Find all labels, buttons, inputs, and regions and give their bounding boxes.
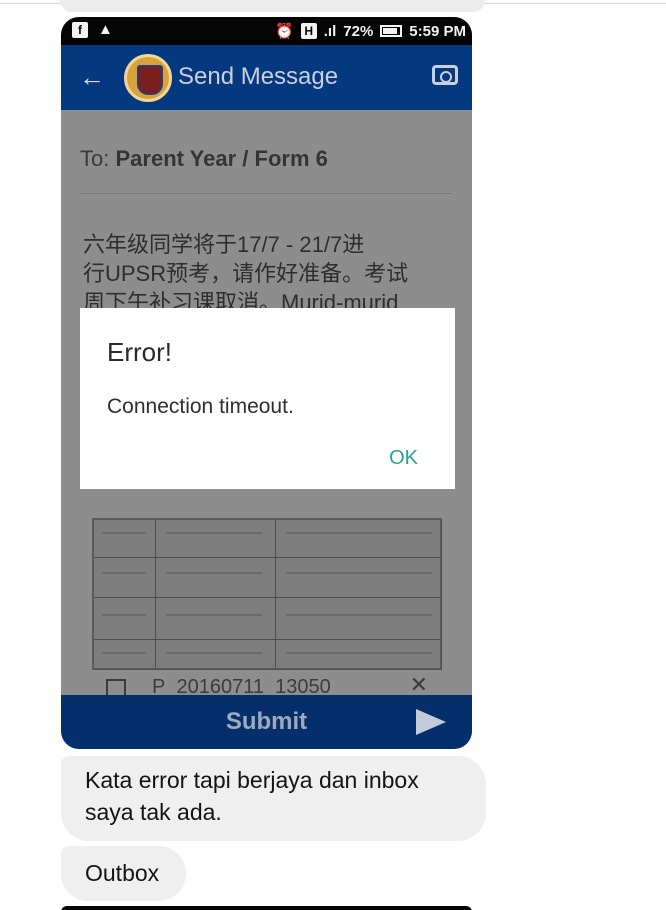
camera-icon[interactable] (432, 65, 458, 85)
remove-attachment-icon[interactable]: ✕ (410, 675, 428, 695)
submit-button[interactable]: Submit (61, 695, 472, 749)
table-text-blur (286, 614, 432, 616)
chat-bubble: Kata error tapi berjaya dan inbox saya t… (61, 756, 486, 841)
table-cell (94, 558, 156, 598)
message-line: 行UPSR预考，请作好准备。考试 (83, 261, 409, 286)
app-bar-title: Send Message (178, 63, 339, 90)
message-body[interactable]: 六年级同学将于17/7 - 21/7进 行UPSR预考，请作好准备。考试 周下午… (83, 230, 443, 317)
table-text-blur (166, 652, 262, 654)
table-text-blur (166, 614, 262, 616)
status-bar: f ▲ ⏰ H .ıl 72% 5:59 PM (61, 17, 472, 45)
field-divider (80, 193, 452, 194)
send-icon (416, 709, 446, 735)
dialog-title: Error! (107, 337, 172, 367)
recipient-value: Parent Year / Form 6 (115, 146, 328, 171)
table-cell (156, 640, 276, 670)
recipient-field[interactable]: To: Parent Year / Form 6 (80, 146, 328, 172)
alarm-icon: ⏰ (275, 23, 294, 40)
previous-bubble-edge (60, 0, 485, 12)
battery-percent: 72% (343, 22, 374, 40)
table-text-blur (166, 532, 262, 534)
facebook-icon: f (72, 22, 88, 38)
table-text-blur (102, 572, 146, 574)
next-attachment-edge (61, 906, 472, 910)
submit-label: Submit (225, 708, 308, 735)
school-logo (124, 54, 172, 102)
attached-photo-preview (92, 518, 442, 670)
table-cell (156, 598, 276, 640)
warning-icon: ▲ (98, 21, 113, 38)
signal-icon: .ıl (323, 22, 337, 40)
table-cell (94, 598, 156, 640)
table-cell (94, 640, 156, 670)
battery-icon (380, 25, 403, 37)
table-text-blur (102, 614, 146, 616)
dialog-message: Connection timeout. (107, 395, 294, 418)
image-icon (106, 679, 126, 695)
table-text-blur (286, 652, 432, 654)
table-cell (156, 558, 276, 598)
error-dialog: Error! Connection timeout. OK (80, 308, 455, 489)
app-bar: ← Send Message (61, 45, 472, 110)
attachment-filename: P_20160711_13050 (152, 676, 331, 695)
table-text-blur (166, 572, 262, 574)
message-line: 六年级同学将于17/7 - 21/7进 (83, 232, 365, 257)
table-cell (276, 520, 442, 558)
table-cell (156, 520, 276, 558)
table-text-blur (286, 532, 432, 534)
status-time: 5:59 PM (409, 22, 466, 40)
table-text-blur (286, 572, 432, 574)
chat-bubble: Outbox (61, 846, 186, 901)
table-cell (94, 520, 156, 558)
table-text-blur (102, 532, 146, 534)
table-cell (276, 598, 442, 640)
recipient-prefix: To: (80, 146, 110, 171)
table-cell (276, 640, 442, 670)
attachment-row: P_20160711_13050 ✕ (92, 675, 442, 695)
dialog-ok-button[interactable]: OK (389, 446, 418, 470)
table-cell (276, 558, 442, 598)
table-text-blur (102, 652, 146, 654)
h-network-icon: H (300, 23, 317, 39)
back-arrow-icon[interactable]: ← (79, 63, 105, 91)
